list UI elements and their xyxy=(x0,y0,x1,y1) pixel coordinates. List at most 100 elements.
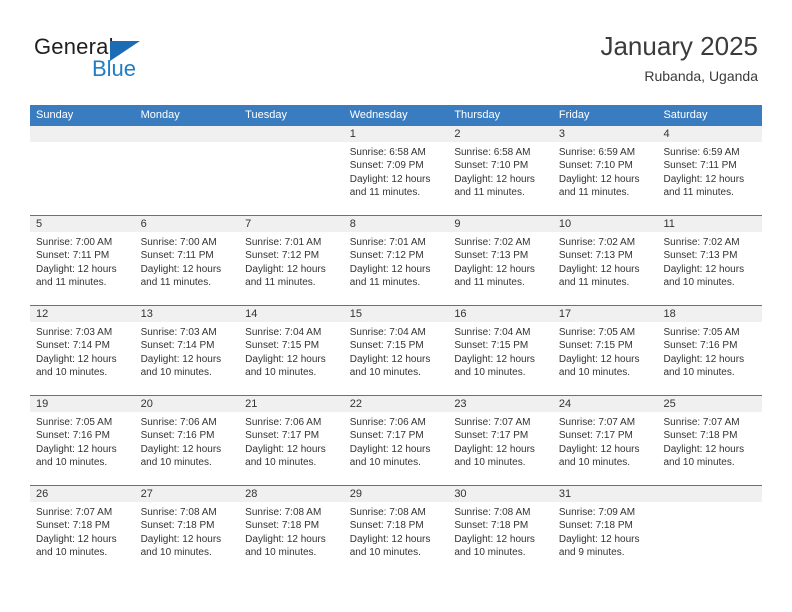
sunset-text: Sunset: 7:16 PM xyxy=(663,340,738,352)
day-cell[interactable]: 10 Sunrise: 7:02 AM Sunset: 7:13 PM Dayl… xyxy=(552,216,658,305)
sunrise-text: Sunrise: 7:00 AM xyxy=(36,237,113,248)
day-number: 3 xyxy=(558,128,566,140)
daylight-text-line1: Daylight: 12 hours xyxy=(663,263,745,275)
sunset-text: Sunset: 7:09 PM xyxy=(349,160,424,172)
day-cell[interactable]: 9 Sunrise: 7:02 AM Sunset: 7:13 PM Dayli… xyxy=(448,216,553,305)
day-number: 17 xyxy=(558,308,572,320)
day-cell[interactable]: 8 Sunrise: 7:01 AM Sunset: 7:12 PM Dayli… xyxy=(343,216,449,305)
day-cell[interactable]: 20 Sunrise: 7:06 AM Sunset: 7:16 PM Dayl… xyxy=(134,396,240,485)
day-cell[interactable]: 3 Sunrise: 6:59 AM Sunset: 7:10 PM Dayli… xyxy=(552,126,658,215)
day-cell[interactable]: 31 Sunrise: 7:09 AM Sunset: 7:18 PM Dayl… xyxy=(552,486,658,575)
daylight-text-line1: Daylight: 12 hours xyxy=(454,443,535,455)
day-number: 25 xyxy=(663,398,676,410)
day-number-band: 19 xyxy=(30,396,135,413)
day-cell[interactable]: 1 Sunrise: 6:58 AM Sunset: 7:09 PM Dayli… xyxy=(343,126,449,215)
day-number-band: 6 xyxy=(134,216,240,233)
day-number-band xyxy=(30,126,135,143)
day-cell[interactable]: 5 Sunrise: 7:00 AM Sunset: 7:11 PM Dayli… xyxy=(30,216,135,305)
day-cell[interactable]: 28 Sunrise: 7:08 AM Sunset: 7:18 PM Dayl… xyxy=(239,486,344,575)
day-number-band: 23 xyxy=(448,396,553,413)
day-number-band xyxy=(657,486,763,503)
day-number-band: 4 xyxy=(657,126,763,143)
day-cell[interactable]: 29 Sunrise: 7:08 AM Sunset: 7:18 PM Dayl… xyxy=(343,486,449,575)
day-number: 1 xyxy=(349,128,356,140)
daylight-text-line2: and 10 minutes. xyxy=(245,457,317,469)
day-number-band: 10 xyxy=(552,216,658,233)
sunset-text: Sunset: 7:18 PM xyxy=(140,520,215,532)
sunset-text: Sunset: 7:12 PM xyxy=(349,250,424,262)
day-cell[interactable]: 7 Sunrise: 7:01 AM Sunset: 7:12 PM Dayli… xyxy=(239,216,344,305)
sunset-text: Sunset: 7:10 PM xyxy=(558,160,633,172)
day-number: 24 xyxy=(558,398,572,410)
day-cell[interactable] xyxy=(657,486,763,575)
day-details: Sunrise: 7:08 AM Sunset: 7:18 PM Dayligh… xyxy=(448,503,553,560)
day-number: 6 xyxy=(140,218,147,230)
day-cell[interactable]: 17 Sunrise: 7:05 AM Sunset: 7:15 PM Dayl… xyxy=(552,306,658,395)
day-cell[interactable]: 23 Sunrise: 7:07 AM Sunset: 7:17 PM Dayl… xyxy=(448,396,553,485)
weekday-header-monday: Monday xyxy=(140,109,180,121)
day-number-band: 8 xyxy=(343,216,449,233)
day-cell[interactable]: 19 Sunrise: 7:05 AM Sunset: 7:16 PM Dayl… xyxy=(30,396,135,485)
daylight-text-line2: and 10 minutes. xyxy=(245,367,317,379)
sunrise-text: Sunrise: 7:07 AM xyxy=(454,417,531,428)
day-number: 10 xyxy=(558,218,572,230)
daylight-text-line2: and 10 minutes. xyxy=(36,367,108,379)
day-details: Sunrise: 7:01 AM Sunset: 7:12 PM Dayligh… xyxy=(344,233,449,290)
day-number-band: 16 xyxy=(448,306,553,323)
daylight-text-line2: and 10 minutes. xyxy=(140,367,212,379)
day-cell[interactable]: 2 Sunrise: 6:58 AM Sunset: 7:10 PM Dayli… xyxy=(448,126,553,215)
general-blue-logo[interactable]: General Blue xyxy=(34,34,204,86)
day-cell[interactable]: 15 Sunrise: 7:04 AM Sunset: 7:15 PM Dayl… xyxy=(343,306,449,395)
day-details: Sunrise: 7:04 AM Sunset: 7:15 PM Dayligh… xyxy=(239,323,344,380)
day-cell[interactable]: 27 Sunrise: 7:08 AM Sunset: 7:18 PM Dayl… xyxy=(134,486,240,575)
day-cell[interactable]: 25 Sunrise: 7:07 AM Sunset: 7:18 PM Dayl… xyxy=(657,396,763,485)
day-cell[interactable]: 4 Sunrise: 6:59 AM Sunset: 7:11 PM Dayli… xyxy=(657,126,763,215)
daylight-text-line1: Daylight: 12 hours xyxy=(558,173,640,185)
sunset-text: Sunset: 7:17 PM xyxy=(558,430,633,442)
day-number-band: 25 xyxy=(657,396,763,413)
day-details: Sunrise: 6:58 AM Sunset: 7:09 PM Dayligh… xyxy=(344,143,449,200)
day-cell[interactable]: 12 Sunrise: 7:03 AM Sunset: 7:14 PM Dayl… xyxy=(30,306,135,395)
day-cell[interactable] xyxy=(134,126,240,215)
day-number-band: 18 xyxy=(657,306,763,323)
daylight-text-line1: Daylight: 12 hours xyxy=(663,443,745,455)
daylight-text-line2: and 11 minutes. xyxy=(245,277,316,289)
day-cell[interactable]: 13 Sunrise: 7:03 AM Sunset: 7:14 PM Dayl… xyxy=(134,306,240,395)
day-details: Sunrise: 7:09 AM Sunset: 7:18 PM Dayligh… xyxy=(553,503,658,560)
day-details: Sunrise: 7:08 AM Sunset: 7:18 PM Dayligh… xyxy=(239,503,344,560)
day-details xyxy=(657,503,762,506)
sunrise-text: Sunrise: 7:02 AM xyxy=(558,237,636,248)
day-cell[interactable]: 26 Sunrise: 7:07 AM Sunset: 7:18 PM Dayl… xyxy=(30,486,135,575)
daylight-text-line1: Daylight: 12 hours xyxy=(245,353,326,365)
weekday-header-sunday: Sunday xyxy=(36,109,74,121)
day-number: 27 xyxy=(140,488,153,500)
daylight-text-line2: and 11 minutes. xyxy=(36,277,107,289)
sunrise-text: Sunrise: 7:09 AM xyxy=(558,507,636,518)
weekday-header-friday: Friday xyxy=(558,109,590,121)
day-number-band xyxy=(239,126,344,143)
day-cell[interactable]: 16 Sunrise: 7:04 AM Sunset: 7:15 PM Dayl… xyxy=(448,306,553,395)
daylight-text-line2: and 10 minutes. xyxy=(140,457,212,469)
daylight-text-line1: Daylight: 12 hours xyxy=(558,533,640,545)
day-number: 28 xyxy=(245,488,258,500)
day-number: 2 xyxy=(454,128,461,140)
page-title: January 2025 xyxy=(600,31,758,61)
day-cell[interactable]: 6 Sunrise: 7:00 AM Sunset: 7:11 PM Dayli… xyxy=(134,216,240,305)
day-cell[interactable] xyxy=(239,126,344,215)
sunset-text: Sunset: 7:16 PM xyxy=(140,430,215,442)
sunset-text: Sunset: 7:18 PM xyxy=(558,520,633,532)
day-cell[interactable]: 22 Sunrise: 7:06 AM Sunset: 7:17 PM Dayl… xyxy=(343,396,449,485)
day-cell[interactable]: 30 Sunrise: 7:08 AM Sunset: 7:18 PM Dayl… xyxy=(448,486,553,575)
sunset-text: Sunset: 7:14 PM xyxy=(36,340,110,352)
day-number: 14 xyxy=(245,308,258,320)
daylight-text-line2: and 9 minutes. xyxy=(558,547,625,559)
day-cell[interactable]: 24 Sunrise: 7:07 AM Sunset: 7:17 PM Dayl… xyxy=(552,396,658,485)
title-block: January 2025 Rubanda, Uganda xyxy=(600,30,758,86)
day-cell[interactable]: 18 Sunrise: 7:05 AM Sunset: 7:16 PM Dayl… xyxy=(657,306,763,395)
day-cell[interactable]: 11 Sunrise: 7:02 AM Sunset: 7:13 PM Dayl… xyxy=(657,216,763,305)
day-cell[interactable]: 14 Sunrise: 7:04 AM Sunset: 7:15 PM Dayl… xyxy=(239,306,344,395)
day-details: Sunrise: 7:02 AM Sunset: 7:13 PM Dayligh… xyxy=(657,233,762,290)
day-cell[interactable]: 21 Sunrise: 7:06 AM Sunset: 7:17 PM Dayl… xyxy=(239,396,344,485)
day-cell[interactable] xyxy=(30,126,135,215)
daylight-text-line2: and 11 minutes. xyxy=(454,187,525,199)
